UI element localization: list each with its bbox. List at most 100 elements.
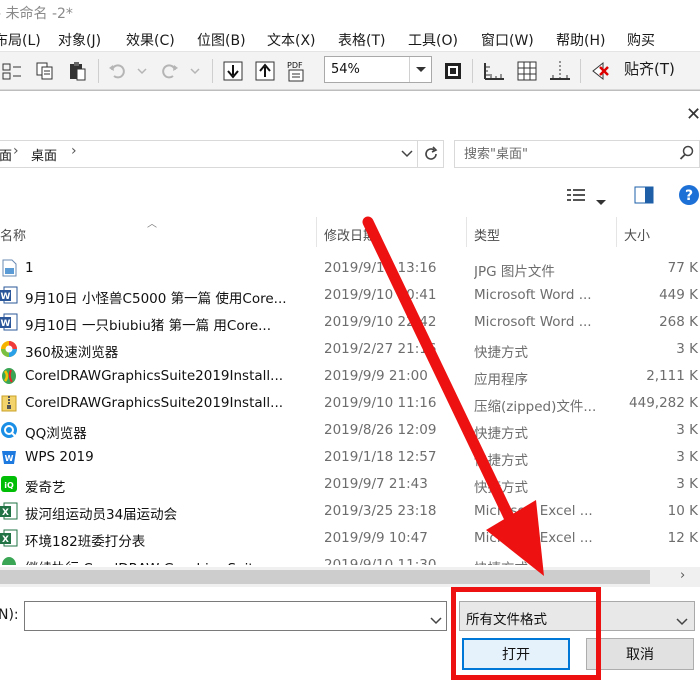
breadcrumb-desktop[interactable]: 桌面	[31, 145, 57, 164]
redo-icon[interactable]	[156, 57, 204, 85]
file-name: QQ浏览器	[25, 426, 87, 442]
file-date: 2019/9/10 11:16	[324, 395, 437, 411]
breadcrumb-parent[interactable]: 面	[0, 145, 12, 164]
column-size[interactable]: 大小	[624, 225, 650, 244]
excel-icon: X	[0, 529, 18, 547]
file-row[interactable]: W 9月10日 一只biubiu猪 第一篇 用Core... 2019/9/10…	[0, 309, 700, 336]
chevron-down-icon[interactable]	[676, 611, 688, 630]
scroll-right-icon[interactable]: ›	[680, 568, 685, 583]
svg-text:PDF: PDF	[287, 61, 303, 70]
close-icon[interactable]: ✕	[686, 104, 700, 125]
menu-text[interactable]: 文本(X)	[267, 30, 316, 50]
file-size: 3 K	[676, 341, 698, 357]
svg-text:iQ: iQ	[4, 481, 14, 490]
file-size: 10 K	[667, 503, 698, 519]
file-row[interactable]: 1 2019/9/11 13:16 JPG 图片文件 77 K	[0, 255, 700, 282]
file-type: 快捷方式	[474, 453, 528, 469]
file-size: 268 K	[659, 314, 698, 330]
address-history-chevron-icon[interactable]	[396, 140, 418, 168]
toolbar-separator	[98, 59, 99, 83]
full-screen-preview-icon[interactable]	[440, 57, 466, 85]
import-icon[interactable]	[220, 57, 246, 85]
file-row[interactable]: 继续执行 CorelDRAW Graphics Suit... 2019/9/1…	[0, 552, 700, 565]
toolbar-separator	[580, 59, 581, 83]
file-row[interactable]: W 9月10日 小怪兽C5000 第一篇 使用Core... 2019/9/10…	[0, 282, 700, 309]
file-date: 2019/9/9 10:47	[324, 530, 428, 546]
svg-text:?: ?	[685, 188, 693, 204]
chevron-down-icon[interactable]	[409, 57, 431, 82]
menu-help[interactable]: 帮助(H)	[556, 30, 605, 50]
file-list-header: ︿ 名称 修改日期 类型 大小	[0, 217, 700, 247]
cancel-button[interactable]: 取消	[586, 638, 694, 670]
view-controls: ?	[560, 183, 700, 207]
scrollbar-thumb[interactable]	[0, 570, 650, 584]
file-name-combo[interactable]	[24, 601, 447, 631]
file-date: 2019/9/10 22:42	[324, 314, 437, 330]
file-name: 拔河组运动员34届运动会	[25, 507, 178, 523]
toolbar-separator	[472, 59, 473, 83]
app-title-bar: - 未命名 -2*	[0, 0, 700, 26]
grid-icon[interactable]	[514, 57, 540, 85]
file-name-input[interactable]	[25, 602, 423, 630]
column-divider[interactable]	[316, 217, 317, 247]
snap-to-dropdown[interactable]: 贴齐(T)	[624, 58, 675, 79]
column-divider[interactable]	[466, 217, 467, 247]
zoom-level-input[interactable]	[325, 57, 409, 82]
view-options-chevron-icon[interactable]	[596, 191, 606, 210]
file-type: 快捷方式	[474, 345, 528, 361]
chevron-down-icon[interactable]	[430, 610, 442, 629]
column-divider[interactable]	[616, 217, 617, 247]
preview-pane-icon[interactable]	[634, 186, 654, 208]
search-field[interactable]	[454, 140, 700, 168]
change-view-icon[interactable]	[566, 187, 586, 207]
file-type: 快捷方式	[474, 426, 528, 442]
file-date: 2019/9/9 21:00	[324, 368, 428, 384]
word-doc-icon: W	[0, 313, 18, 331]
help-icon[interactable]: ?	[678, 184, 700, 210]
window-title: - 未命名 -2*	[0, 6, 73, 22]
file-row[interactable]: QQ浏览器 2019/8/26 12:09 快捷方式 3 K	[0, 417, 700, 444]
copy-icon[interactable]	[32, 57, 58, 85]
guidelines-icon[interactable]	[546, 57, 574, 85]
search-input[interactable]	[455, 141, 675, 167]
horizontal-scrollbar[interactable]: ›	[0, 567, 700, 587]
zoom-level-combo[interactable]	[324, 56, 432, 83]
column-name[interactable]: 名称	[0, 225, 26, 244]
file-row[interactable]: X 拔河组运动员34届运动会 2019/3/25 23:18 Microsoft…	[0, 498, 700, 525]
word-doc-icon: W	[0, 286, 18, 304]
breadcrumb-chevron-icon[interactable]: ›	[71, 143, 77, 159]
column-type[interactable]: 类型	[474, 225, 500, 244]
snap-off-icon[interactable]	[588, 57, 614, 85]
menu-bitmaps[interactable]: 位图(B)	[197, 30, 246, 50]
rulers-icon[interactable]	[480, 57, 508, 85]
menu-window[interactable]: 窗口(W)	[481, 30, 534, 50]
menu-table[interactable]: 表格(T)	[338, 30, 385, 50]
menu-tools[interactable]: 工具(O)	[408, 30, 458, 50]
paste-icon[interactable]	[64, 57, 90, 85]
file-size: 3 K	[676, 422, 698, 438]
export-icon[interactable]	[252, 57, 278, 85]
undo-icon[interactable]	[104, 57, 150, 85]
file-size: 449 K	[659, 287, 698, 303]
file-row[interactable]: W WPS 2019 2019/1/18 12:57 快捷方式 3 K	[0, 444, 700, 471]
shortcut-icon	[0, 556, 18, 565]
search-icon[interactable]	[679, 145, 695, 165]
address-bar[interactable]: 面 › 桌面 ›	[0, 140, 418, 168]
align-icon[interactable]	[0, 57, 24, 85]
file-row[interactable]: X 环境182班委打分表 2019/9/9 10:47 Microsoft Ex…	[0, 525, 700, 552]
menu-layout[interactable]: 布局(L)	[0, 30, 41, 50]
file-name: 9月10日 一只biubiu猪 第一篇 用Core...	[25, 318, 272, 334]
menu-buy[interactable]: 购买	[627, 30, 655, 50]
breadcrumb-chevron-icon[interactable]: ›	[13, 143, 19, 159]
file-type: 应用程序	[474, 372, 528, 388]
file-row[interactable]: 360极速浏览器 2019/2/27 21:16 快捷方式 3 K	[0, 336, 700, 363]
pdf-publish-icon[interactable]: PDF	[284, 57, 312, 85]
file-row[interactable]: CorelDRAWGraphicsSuite2019Install... 201…	[0, 363, 700, 390]
column-date-modified[interactable]: 修改日期	[324, 225, 376, 244]
file-row[interactable]: iQ 爱奇艺 2019/9/7 21:43 快捷方式 3 K	[0, 471, 700, 498]
refresh-icon[interactable]	[418, 140, 444, 168]
file-row[interactable]: CorelDRAWGraphicsSuite2019Install... 201…	[0, 390, 700, 417]
menu-object[interactable]: 对象(J)	[58, 30, 101, 50]
file-name: 1	[25, 260, 34, 276]
menu-effects[interactable]: 效果(C)	[126, 30, 175, 50]
